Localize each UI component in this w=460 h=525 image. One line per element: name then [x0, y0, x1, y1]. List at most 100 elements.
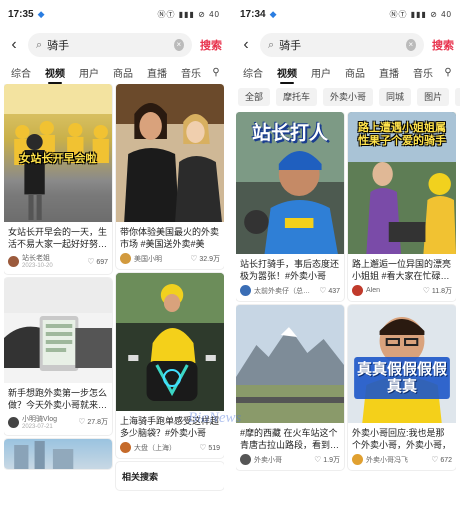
chip-all[interactable]: 全部: [238, 88, 271, 106]
video-card[interactable]: #摩的西藏 在火车站这个青唐古拉山路段，看到… 外卖小哥 ♡ 1.9万: [236, 305, 344, 470]
heart-icon: ♡: [319, 286, 327, 295]
tab-comprehensive[interactable]: 综合: [4, 65, 38, 80]
status-time: 17:34: [240, 8, 266, 20]
heart-icon: ♡: [431, 455, 439, 464]
video-thumbnail: [116, 273, 224, 411]
video-card[interactable]: 路上遭遇小姐姐属性果子个爱的骑手 路上邂逅一位异国的漂亮小姐姐 #看大家在忙碌……: [348, 112, 456, 301]
tab-user[interactable]: 用户: [304, 65, 338, 80]
video-card[interactable]: 真真假假假假真真 外卖小哥回应:我也是那个外卖小哥，外卖小哥，事能… 外卖小哥冯…: [348, 305, 456, 470]
clear-icon[interactable]: ×: [405, 39, 416, 51]
video-title: 上海骑手跑单感受这样超多少脑袋？#外卖小哥 #…: [120, 416, 220, 438]
thumbnail-caption: 路上遭遇小姐姐属性果子个爱的骑手: [358, 122, 446, 147]
tab-video[interactable]: 视频: [270, 65, 304, 84]
tab-product[interactable]: 商品: [338, 65, 372, 80]
filter-icon[interactable]: ⚲: [208, 67, 224, 78]
chip-motorcycle[interactable]: 摩托车: [276, 88, 318, 106]
like-count[interactable]: ♡ 1.9万: [314, 455, 340, 465]
post-date: 2023-07-21: [22, 424, 53, 430]
like-count[interactable]: ♡ 27.8万: [78, 417, 108, 427]
tab-music[interactable]: 音乐: [406, 65, 440, 80]
avatar[interactable]: [8, 416, 19, 428]
system-icons: ⓃⓉ ▮▮▮ ⊘ 40: [389, 9, 452, 19]
like-count[interactable]: ♡ 437: [319, 286, 340, 295]
author-name[interactable]: 外卖小哥: [254, 455, 311, 465]
author-name[interactable]: 站长老姐: [22, 253, 84, 263]
author-name[interactable]: 小明骑Vlog: [22, 414, 75, 424]
system-icons: ⓃⓉ ▮▮▮ ⊘ 40: [157, 9, 220, 19]
video-thumbnail: 女站长开早会啦: [4, 84, 112, 222]
video-card[interactable]: [4, 439, 112, 469]
author-name[interactable]: 大盘（上海）: [134, 443, 196, 453]
chip-rider[interactable]: 骑手: [455, 88, 460, 106]
status-bar: 17:35 ◆ ⓃⓉ ▮▮▮ ⊘ 40: [0, 0, 228, 28]
video-feed: 站长打人 站长打骑手，事后态度还极为嚣张！#外卖小哥 #… 太前外卖仔（总… ♡…: [236, 112, 456, 519]
author-name[interactable]: Alen: [366, 287, 420, 294]
video-thumbnail: [236, 305, 344, 423]
video-card[interactable]: 女站长开早会啦 女站长开早会的一天，生活不易大家一起好好努… 站长老姐 2023…: [4, 84, 112, 274]
search-button[interactable]: 搜索: [430, 37, 454, 53]
video-card[interactable]: 带你体验美国最火的外卖市场 #美国送外卖#美国… 美国小明 ♡ 32.9万: [116, 84, 224, 269]
search-box[interactable]: ⌕ ×: [28, 33, 192, 57]
avatar[interactable]: [120, 253, 131, 264]
search-button[interactable]: 搜索: [198, 37, 222, 53]
avatar[interactable]: [240, 454, 251, 465]
chip-images[interactable]: 图片: [417, 88, 450, 106]
related-search-card[interactable]: 相关搜索: [116, 462, 224, 490]
like-count[interactable]: ♡ 519: [199, 443, 220, 452]
avatar[interactable]: [240, 285, 251, 296]
heart-icon: ♡: [422, 285, 430, 295]
thumbnail-caption: 女站长开早会啦: [19, 153, 97, 165]
video-title: 外卖小哥回应:我也是那个外卖小哥，外卖小哥，事能…: [352, 428, 452, 450]
avatar[interactable]: [120, 442, 131, 453]
clear-icon[interactable]: ×: [173, 39, 184, 51]
search-row: ‹ ⌕ × 搜索: [0, 30, 228, 60]
search-icon: ⌕: [36, 38, 43, 51]
back-arrow-icon[interactable]: ‹: [238, 36, 254, 54]
like-count[interactable]: ♡ 672: [431, 455, 452, 464]
search-box[interactable]: ⌕ ×: [260, 33, 424, 57]
video-card[interactable]: 新手想跑外卖第一步怎么做？今天外卖小哥就来… 小明骑Vlog 2023-07-2…: [4, 278, 112, 435]
tab-live[interactable]: 直播: [372, 65, 406, 80]
feed-column-left: 女站长开早会啦 女站长开早会的一天，生活不易大家一起好好努… 站长老姐 2023…: [4, 84, 112, 519]
tab-user[interactable]: 用户: [72, 65, 106, 80]
tab-video[interactable]: 视频: [38, 65, 72, 84]
like-count[interactable]: ♡ 32.9万: [190, 254, 220, 264]
search-input[interactable]: [47, 39, 174, 51]
avatar[interactable]: [352, 454, 363, 465]
chip-local[interactable]: 同城: [379, 88, 412, 106]
left-screen: 17:35 ◆ ⓃⓉ ▮▮▮ ⊘ 40 ‹ ⌕ × 搜索 综合 视频 用户 商品…: [0, 0, 228, 525]
heart-icon: ♡: [314, 454, 322, 464]
tab-music[interactable]: 音乐: [174, 65, 208, 80]
feed-column-left: 站长打人 站长打骑手，事后态度还极为嚣张！#外卖小哥 #… 太前外卖仔（总… ♡…: [236, 112, 344, 519]
tab-live[interactable]: 直播: [140, 65, 174, 80]
tab-bar: 综合 视频 用户 商品 直播 音乐 ⚲: [232, 62, 460, 84]
author-name[interactable]: 美国小明: [134, 254, 187, 264]
like-count[interactable]: ♡ 697: [87, 257, 108, 266]
feed-column-right: 带你体验美国最火的外卖市场 #美国送外卖#美国… 美国小明 ♡ 32.9万: [116, 84, 224, 519]
video-thumbnail: 路上遭遇小姐姐属性果子个爱的骑手: [348, 112, 456, 254]
video-feed: 女站长开早会啦 女站长开早会的一天，生活不易大家一起好好努… 站长老姐 2023…: [4, 84, 224, 519]
avatar[interactable]: [8, 255, 19, 267]
author-name[interactable]: 外卖小哥冯飞: [366, 455, 428, 465]
feed-column-right: 路上遭遇小姐姐属性果子个爱的骑手 路上邂逅一位异国的漂亮小姐姐 #看大家在忙碌……: [348, 112, 456, 519]
avatar[interactable]: [352, 285, 363, 296]
video-title: 路上邂逅一位异国的漂亮小姐姐 #看大家在忙碌…: [352, 259, 452, 281]
video-card[interactable]: 站长打人 站长打骑手，事后态度还极为嚣张！#外卖小哥 #… 太前外卖仔（总… ♡…: [236, 112, 344, 301]
like-count[interactable]: ♡ 11.8万: [423, 286, 452, 296]
search-input[interactable]: [279, 39, 406, 51]
video-card[interactable]: 上海骑手跑单感受这样超多少脑袋？#外卖小哥 #… 大盘（上海） ♡ 519: [116, 273, 224, 458]
chip-delivery[interactable]: 外卖小哥: [323, 88, 374, 106]
heart-icon: ♡: [190, 253, 198, 263]
video-meta: 美国小明 ♡ 32.9万: [116, 250, 224, 269]
video-meta: 外卖小哥冯飞 ♡ 672: [348, 451, 456, 470]
author-name[interactable]: 太前外卖仔（总…: [254, 286, 316, 296]
tab-product[interactable]: 商品: [106, 65, 140, 80]
video-title: 站长打骑手，事后态度还极为嚣张！#外卖小哥 #…: [240, 259, 340, 281]
tab-comprehensive[interactable]: 综合: [236, 65, 270, 80]
heart-icon: ♡: [78, 417, 86, 426]
video-title: #摩的西藏 在火车站这个青唐古拉山路段，看到…: [240, 428, 340, 450]
filter-icon[interactable]: ⚲: [440, 67, 456, 78]
status-time: 17:35: [8, 8, 34, 20]
video-title: 女站长开早会的一天，生活不易大家一起好好努…: [8, 227, 108, 249]
back-arrow-icon[interactable]: ‹: [6, 36, 22, 54]
